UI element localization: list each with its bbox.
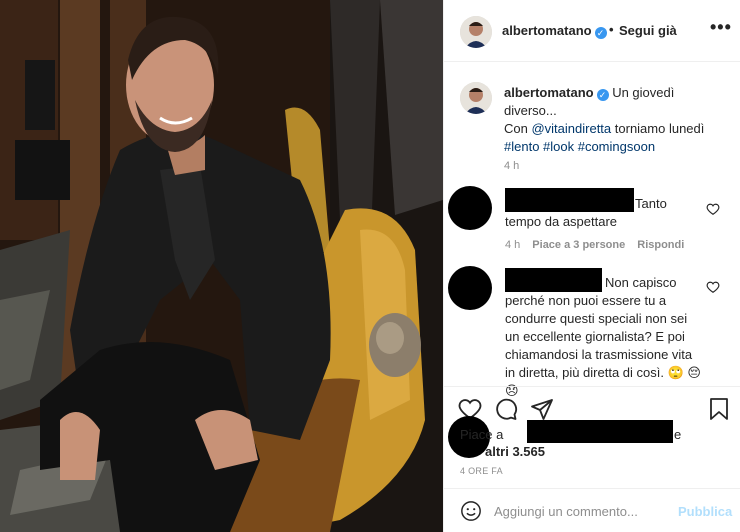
caption-hashtags[interactable]: #lento #look #comingsoon	[504, 139, 655, 154]
comment-input[interactable]: Aggiungi un commento...	[494, 504, 638, 519]
reply-button[interactable]: Rispondi	[637, 239, 684, 251]
comment-icon[interactable]	[494, 397, 518, 421]
post-timestamp[interactable]: 4 ORE FA	[460, 466, 503, 476]
commenter-avatar[interactable]	[448, 266, 492, 310]
comment-like-heart-icon[interactable]	[706, 280, 720, 294]
likes-count[interactable]: altri 3.565	[485, 443, 545, 460]
comment-text: Non capisco perché non puoi essere tu a …	[505, 275, 701, 398]
redacted-liker	[527, 420, 673, 443]
caption-avatar[interactable]	[460, 82, 492, 114]
following-button[interactable]: Segui già	[619, 23, 677, 38]
comment-text: Tanto tempo da aspettare	[505, 196, 667, 229]
author-avatar[interactable]	[460, 16, 492, 48]
publish-button[interactable]: Pubblica	[678, 504, 732, 519]
caption-username[interactable]: albertomatano	[504, 85, 594, 100]
bookmark-icon[interactable]	[708, 397, 730, 421]
likes-prefix: Piace a	[460, 427, 504, 442]
comment-time[interactable]: 4 h	[505, 239, 520, 251]
caption-mention-link[interactable]: @vitaindiretta	[531, 121, 611, 136]
post-header: albertomatano ✓ • Segui già •••	[444, 0, 740, 62]
post-photo-illustration	[0, 0, 443, 532]
caption-line2-prefix: Con	[504, 121, 532, 136]
caption-text: albertomatano ✓ Un giovedì diverso... Con…	[504, 84, 730, 156]
post-panel: albertomatano ✓ • Segui già ••• albertoma…	[443, 0, 740, 532]
comment-likes-count[interactable]: Piace a 3 persone	[532, 239, 625, 251]
separator-dot: •	[609, 22, 614, 37]
commenter-avatar[interactable]	[448, 186, 492, 230]
avatar-image	[460, 82, 492, 114]
more-icon[interactable]: •••	[710, 17, 732, 38]
share-icon[interactable]	[530, 397, 554, 421]
author-username[interactable]: albertomatano ✓	[502, 23, 607, 39]
caption-line2-suffix: torniamo lunedì	[611, 121, 705, 136]
actions-divider	[444, 386, 740, 387]
add-comment-bar: Aggiungi un commento... Pubblica	[444, 488, 740, 532]
comment-meta: 4 h Piace a 3 persone Rispondi	[505, 239, 684, 251]
likes-suffix: e	[674, 427, 682, 442]
avatar-image	[460, 16, 492, 48]
comment-like-heart-icon[interactable]	[706, 202, 720, 216]
verified-icon: ✓	[596, 89, 609, 101]
post-photo[interactable]	[0, 0, 443, 532]
verified-icon: ✓	[594, 27, 607, 39]
smile-icon[interactable]	[460, 500, 482, 522]
author-username-text[interactable]: albertomatano	[502, 23, 592, 38]
caption-time[interactable]: 4 h	[504, 160, 519, 172]
